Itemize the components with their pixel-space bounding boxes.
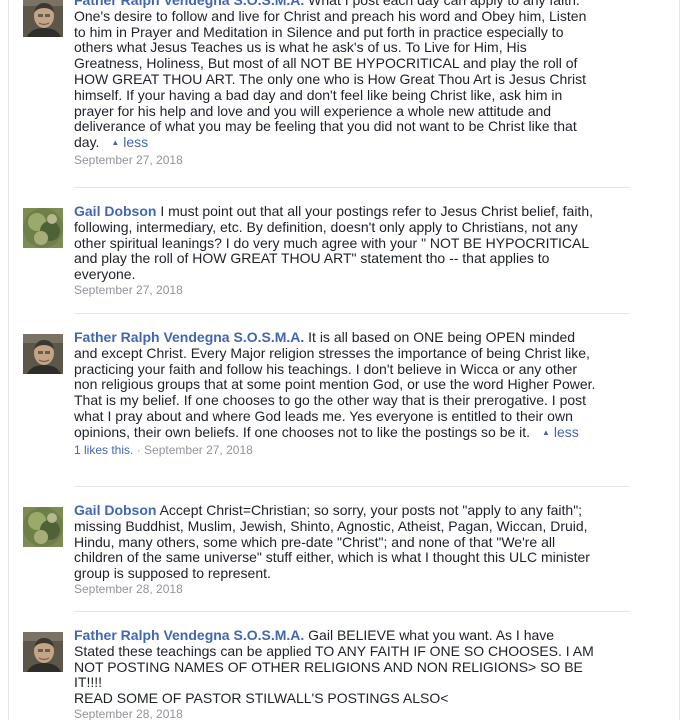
comment-author[interactable]: Gail Dobson — [74, 203, 156, 219]
comment-date[interactable]: September 27, 2018 — [144, 443, 253, 457]
avatar[interactable] — [23, 0, 63, 37]
avatar[interactable] — [23, 507, 63, 547]
comment-content: Gail Dobson Accept Christ=Christian; so … — [74, 502, 596, 597]
comment-content: Father Ralph Vendegna S.O.S.M.A. Gail BE… — [74, 627, 596, 720]
comment-author[interactable]: Father Ralph Vendegna S.O.S.M.A. — [74, 329, 304, 345]
divider — [74, 486, 630, 487]
comment-date[interactable]: September 27, 2018 — [74, 153, 183, 167]
comment-content: Father Ralph Vendegna S.O.S.M.A. What I … — [74, 0, 596, 168]
comment-text: What I post each day can apply to any fa… — [74, 0, 587, 151]
less-link[interactable]: ▲ less — [542, 424, 579, 440]
comment-date[interactable]: September 27, 2018 — [74, 283, 183, 297]
avatar[interactable] — [23, 632, 63, 672]
triangle-up-icon: ▲ — [111, 138, 120, 148]
divider — [74, 611, 630, 612]
likes-count[interactable]: 1 likes this. — [74, 443, 133, 457]
comment-text: It is all based on ONE being OPEN minded… — [74, 329, 596, 440]
divider — [74, 187, 630, 188]
comment-author[interactable]: Father Ralph Vendegna S.O.S.M.A. — [74, 627, 304, 643]
comment-meta: September 28, 2018 — [74, 582, 596, 597]
less-label: less — [123, 134, 149, 151]
avatar[interactable] — [23, 334, 63, 374]
comment-date[interactable]: September 28, 2018 — [74, 707, 183, 720]
comment-content: Father Ralph Vendegna S.O.S.M.A. It is a… — [74, 329, 596, 458]
meta-separator: · — [136, 442, 141, 457]
comment-date[interactable]: September 28, 2018 — [74, 582, 183, 596]
triangle-up-icon: ▲ — [541, 427, 550, 437]
avatar[interactable] — [23, 208, 63, 248]
comment-content: Gail Dobson I must point out that all yo… — [74, 203, 596, 298]
comment-meta: September 27, 2018 — [74, 153, 596, 168]
comment-meta: 1 likes this. · September 27, 2018 — [74, 443, 596, 458]
divider — [74, 313, 630, 314]
less-label: less — [553, 423, 579, 440]
comments-panel: Father Ralph Vendegna S.O.S.M.A. What I … — [8, 0, 680, 720]
comment-author[interactable]: Father Ralph Vendegna S.O.S.M.A. — [74, 0, 304, 8]
comment-meta: September 27, 2018 — [74, 283, 596, 298]
less-link[interactable]: ▲ less — [111, 134, 148, 150]
comment-text-line: READ SOME OF PASTOR STILWALL'S POSTINGS … — [74, 690, 449, 707]
comment-author[interactable]: Gail Dobson — [74, 502, 156, 518]
comment-meta: September 28, 2018 — [74, 707, 596, 720]
